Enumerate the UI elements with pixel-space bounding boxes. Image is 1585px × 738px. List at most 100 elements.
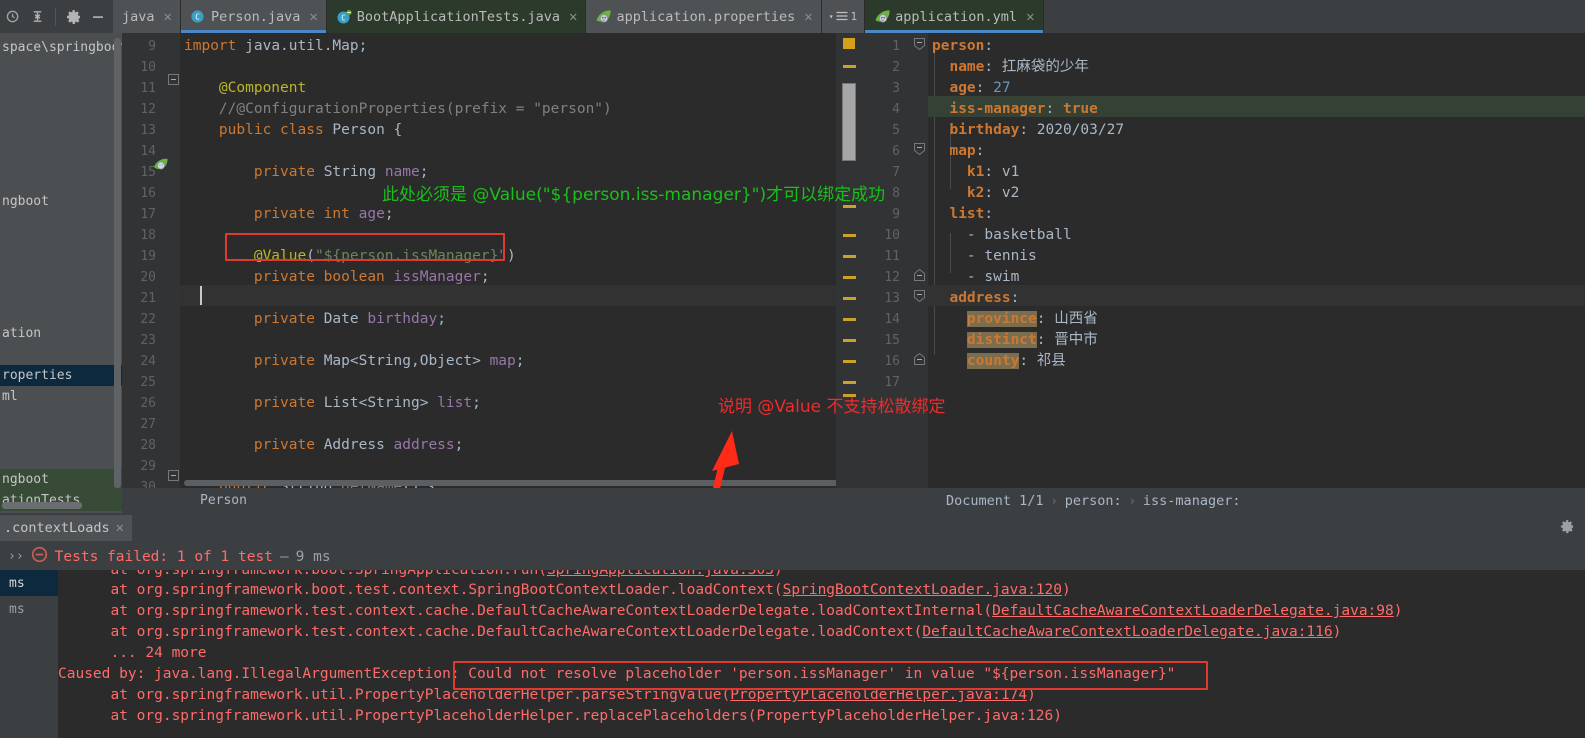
code-line[interactable]: private int age; — [184, 204, 394, 225]
code-line[interactable]: private List<String> list; — [184, 393, 481, 414]
project-tree-item[interactable]: ml — [0, 386, 122, 407]
tab-java[interactable]: java ✕ — [113, 0, 181, 33]
collapse-icon[interactable] — [26, 6, 48, 28]
spring-bean-gutter-icon[interactable] — [153, 156, 169, 172]
yml-editor-gutter[interactable]: 1 2 3 4 5 6 7 8 9 10 11 12 13 14 15 16 17 — [864, 33, 928, 488]
console-line[interactable]: at org.springframework.test.context.cach… — [93, 601, 1402, 622]
java-editor-marker-gutter[interactable] — [836, 33, 864, 488]
console-line[interactable]: at org.springframework.boot.SpringApplic… — [93, 570, 782, 581]
yml-line[interactable]: iss-manager: true — [932, 99, 1097, 120]
code-line[interactable]: private boolean issManager; — [184, 267, 490, 288]
run-settings-gear-icon[interactable] — [1560, 519, 1575, 538]
close-icon[interactable]: ✕ — [309, 9, 317, 25]
yml-line[interactable]: birthday: 2020/03/27 — [932, 120, 1124, 141]
warning-marker[interactable] — [843, 360, 856, 363]
line-number: 21 — [140, 291, 156, 306]
code-line[interactable]: private Map<String,Object> map; — [184, 351, 525, 372]
breadcrumb-document[interactable]: Document 1/1 — [946, 493, 1044, 509]
yml-breadcrumb[interactable]: Document 1/1 › person: › iss-manager: — [864, 488, 1585, 513]
test-console-output[interactable]: at org.springframework.boot.SpringApplic… — [58, 570, 1585, 738]
test-tree-item[interactable]: ms — [0, 596, 58, 622]
yml-line[interactable]: address: — [932, 288, 1019, 309]
yml-line[interactable]: - swim — [932, 267, 1019, 288]
minimize-icon[interactable] — [87, 6, 109, 28]
warning-marker[interactable] — [843, 381, 856, 384]
close-icon[interactable]: ✕ — [164, 9, 172, 25]
project-tree-item[interactable]: ngboot — [0, 191, 122, 212]
tab-application-yml[interactable]: application.yml ✕ — [865, 0, 1044, 33]
yml-line[interactable]: distinct: 晋中市 — [932, 330, 1098, 351]
tab-bootapplicationtests-java[interactable]: C BootApplicationTests.java ✕ — [326, 0, 587, 33]
fold-icon[interactable] — [914, 268, 925, 281]
java-code-editor[interactable]: 9 10 11 12 13 14 15 16 17 18 19 20 21 22 23 24 25 26 27 28 2… — [122, 33, 836, 488]
warning-marker[interactable] — [843, 318, 856, 321]
java-breadcrumb[interactable]: Person — [122, 488, 836, 513]
yml-line[interactable]: k1: v1 — [932, 162, 1019, 183]
test-tree-item[interactable]: ms — [0, 570, 58, 596]
code-line[interactable]: import java.util.Map; — [184, 36, 367, 57]
project-tree-item[interactable]: ngboot — [0, 469, 122, 490]
breadcrumb-person[interactable]: person: — [1065, 493, 1122, 509]
yml-line[interactable]: - tennis — [932, 246, 1037, 267]
run-tab-contextloads[interactable]: .contextLoads ✕ — [0, 515, 133, 541]
close-icon[interactable]: ✕ — [569, 9, 577, 25]
warning-marker[interactable] — [843, 205, 856, 208]
java-code-area[interactable]: import java.util.Map; @Component //@Conf… — [180, 33, 836, 488]
warning-marker[interactable] — [843, 276, 856, 279]
yml-line[interactable]: list: — [932, 204, 993, 225]
project-panel-scrollbar[interactable] — [114, 38, 121, 488]
yml-line[interactable]: map: — [932, 141, 984, 162]
console-line[interactable]: at org.springframework.test.context.cach… — [93, 622, 1341, 643]
code-line[interactable]: public class Person { — [184, 120, 402, 141]
close-icon[interactable]: ✕ — [1026, 9, 1034, 25]
yml-line[interactable]: - basketball — [932, 225, 1072, 246]
code-line[interactable]: private Date birthday; — [184, 309, 446, 330]
warning-marker[interactable] — [843, 234, 856, 237]
java-editor-gutter[interactable]: 9 10 11 12 13 14 15 16 17 18 19 20 21 22 23 24 25 26 27 28 2… — [122, 33, 180, 488]
warning-marker[interactable] — [843, 255, 856, 258]
close-icon[interactable]: ✕ — [804, 9, 812, 25]
console-line[interactable]: ... 24 more — [93, 643, 206, 664]
fold-icon[interactable] — [168, 74, 179, 85]
java-editor-hscrollbar[interactable] — [184, 480, 836, 486]
warning-marker[interactable] — [843, 65, 856, 68]
fold-icon[interactable] — [914, 143, 925, 156]
editor-scrollbar-thumb[interactable] — [842, 83, 856, 161]
yml-code-area[interactable]: person: name: 扛麻袋的少年 age: 27 iss-manager… — [928, 33, 1585, 488]
project-panel-hscrollbar[interactable] — [2, 502, 82, 509]
expand-chevron-icon[interactable]: ›› — [8, 549, 24, 564]
yml-line[interactable]: county: 祁县 — [932, 351, 1066, 372]
tab-list-button[interactable]: ▾ 1 — [821, 0, 866, 33]
yml-line[interactable]: name: 扛麻袋的少年 — [932, 57, 1088, 78]
gear-icon[interactable] — [63, 6, 85, 28]
yml-line[interactable]: province: 山西省 — [932, 309, 1098, 330]
project-tree-item[interactable]: space\springboot — [0, 37, 122, 58]
fold-icon[interactable] — [168, 470, 179, 481]
warning-marker[interactable] — [843, 339, 856, 342]
yml-line[interactable]: person: — [932, 36, 993, 57]
project-tree-item[interactable]: ation — [0, 323, 122, 344]
line-number: 22 — [140, 312, 156, 327]
project-tree-panel[interactable]: space\springboot ngboot ation roperties ml ng… — [0, 33, 122, 513]
line-number: 30 — [140, 480, 156, 488]
fold-icon[interactable] — [914, 352, 925, 365]
test-tree-panel[interactable]: ms ms — [0, 570, 58, 738]
close-icon[interactable]: ✕ — [116, 520, 124, 536]
tab-person-java[interactable]: C Person.java ✕ — [180, 0, 327, 33]
breadcrumb-iss-manager[interactable]: iss-manager: — [1143, 493, 1241, 509]
yml-line[interactable]: age: 27 — [932, 78, 1010, 99]
fold-icon[interactable] — [914, 38, 925, 51]
fold-icon[interactable] — [914, 290, 925, 303]
warning-marker[interactable] — [843, 38, 855, 49]
console-line[interactable]: at org.springframework.boot.test.context… — [93, 580, 1070, 601]
tab-application-properties[interactable]: application.properties ✕ — [586, 0, 822, 33]
warning-marker[interactable] — [843, 297, 856, 300]
history-icon[interactable] — [2, 6, 24, 28]
code-line[interactable]: //@ConfigurationProperties(prefix = "per… — [184, 99, 612, 120]
console-line[interactable]: at org.springframework.util.PropertyPlac… — [93, 706, 1062, 727]
yml-line[interactable]: k2: v2 — [932, 183, 1019, 204]
code-line[interactable]: private Address address; — [184, 435, 464, 456]
code-line[interactable]: @Component — [184, 78, 306, 99]
yml-code-editor[interactable]: 1 2 3 4 5 6 7 8 9 10 11 12 13 14 15 16 17 person: name: … — [864, 33, 1585, 488]
project-tree-item[interactable]: roperties — [0, 365, 122, 386]
